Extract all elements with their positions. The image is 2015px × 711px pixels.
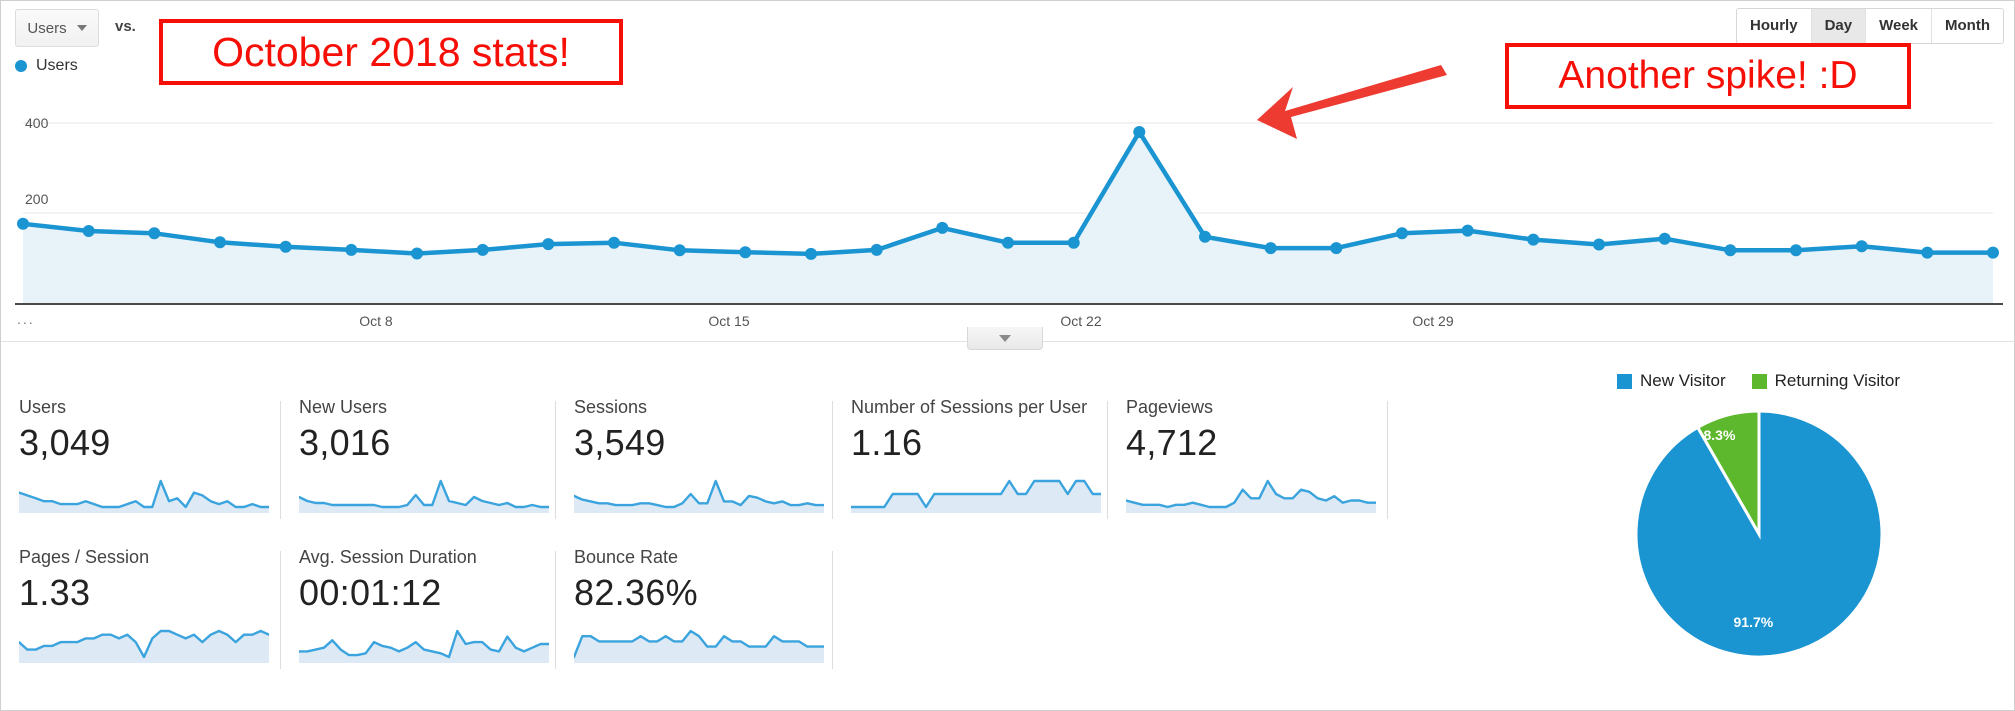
metric-card-pageviews[interactable]: Pageviews 4,712	[1108, 387, 1388, 537]
metric-card-sparkline	[851, 479, 1101, 513]
x-axis-tick-oct22: Oct 22	[1060, 313, 1102, 329]
metric-card-sparkline	[574, 629, 824, 663]
annotation-october-2018-stats: October 2018 stats!	[159, 19, 623, 85]
metric-card-value: 3,549	[574, 422, 666, 463]
metric-card-value: 3,016	[299, 422, 391, 463]
pie-slice-label-returning-visitor: 8.3%	[1703, 427, 1736, 443]
metric-card-sparkline	[574, 479, 824, 513]
metric-card-title: Number of Sessions per User	[851, 397, 1088, 417]
metric-card-value: 3,049	[19, 422, 111, 463]
pie-legend-item-returning-visitor[interactable]: Returning Visitor	[1751, 371, 1900, 391]
vs-label: vs.	[115, 18, 136, 35]
series-color-dot-icon	[15, 60, 27, 72]
pie-slice-label-new-visitor: 91.7%	[1733, 614, 1774, 630]
metric-card-row-2: Pages / Session 1.33 Avg. Session Durati…	[1, 537, 1481, 687]
metric-card-title: Pageviews	[1126, 397, 1214, 417]
divider	[1387, 401, 1388, 519]
divider	[832, 551, 833, 669]
series-legend-label: Users	[36, 57, 78, 74]
metric-select-label: Users	[27, 19, 67, 37]
x-axis-tick-oct29: Oct 29	[1412, 313, 1454, 329]
pie-legend-swatch-icon	[1751, 373, 1767, 389]
pie-legend-swatch-icon	[1616, 373, 1632, 389]
metric-card-row-1: Users 3,049 New Users 3,016 Sessions 3,5…	[1, 387, 1481, 537]
metric-card-value: 1.16	[851, 422, 923, 463]
metric-card-title: Pages / Session	[19, 547, 150, 567]
google-analytics-audience-overview: Users vs. Hourly Day Week Month Users 40…	[0, 0, 2015, 711]
metric-cards: Users 3,049 New Users 3,016 Sessions 3,5…	[1, 387, 1481, 687]
pie-legend-label: New Visitor	[1639, 371, 1726, 390]
metric-card-users[interactable]: Users 3,049	[1, 387, 281, 537]
series-legend: Users	[15, 57, 78, 75]
metric-card-value: 82.36%	[574, 572, 698, 613]
metric-card-pages-per-session[interactable]: Pages / Session 1.33	[1, 537, 281, 687]
granularity-day[interactable]: Day	[1811, 9, 1867, 43]
annotation-arrow-icon	[1257, 65, 1447, 139]
collapse-chart-toggle[interactable]	[967, 327, 1043, 350]
users-over-time-chart[interactable]: 400 200	[1, 87, 2014, 312]
pie-legend-item-new-visitor[interactable]: New Visitor	[1616, 371, 1726, 391]
metric-card-title: Sessions	[574, 397, 648, 417]
y-axis-tick-200: 200	[25, 191, 49, 207]
metric-card-sparkline	[19, 629, 269, 663]
annotation-another-spike: Another spike! :D	[1505, 43, 1911, 109]
metric-card-title: Avg. Session Duration	[299, 547, 477, 567]
metric-card-bounce-rate[interactable]: Bounce Rate 82.36%	[556, 537, 833, 687]
metric-card-sessions[interactable]: Sessions 3,549	[556, 387, 833, 537]
users-chart-svg	[17, 122, 1999, 303]
metric-card-value: 00:01:12	[299, 572, 442, 613]
pie-legend-label: Returning Visitor	[1774, 371, 1900, 390]
x-axis-tick-ellipsis: ...	[17, 311, 35, 327]
chevron-down-icon	[76, 25, 87, 31]
granularity-month[interactable]: Month	[1932, 9, 2003, 43]
x-axis-tick-oct15: Oct 15	[708, 313, 750, 329]
metric-card-title: New Users	[299, 397, 388, 417]
metric-card-value: 1.33	[19, 572, 91, 613]
x-axis-line	[15, 303, 2003, 305]
granularity-week[interactable]: Week	[1866, 9, 1933, 43]
metric-card-sparkline	[299, 629, 549, 663]
metric-card-sparkline	[19, 479, 269, 513]
metric-select-dropdown[interactable]: Users	[15, 9, 99, 47]
y-axis-tick-400: 400	[25, 115, 49, 131]
metric-card-title: Users	[19, 397, 67, 417]
metric-card-value: 4,712	[1126, 422, 1218, 463]
granularity-hourly[interactable]: Hourly	[1737, 9, 1812, 43]
x-axis-tick-oct8: Oct 8	[359, 313, 393, 329]
metric-card-sessions-per-user[interactable]: Number of Sessions per User 1.16	[833, 387, 1108, 537]
metric-card-avg-session-duration[interactable]: Avg. Session Duration 00:01:12	[281, 537, 556, 687]
granularity-button-group[interactable]: Hourly Day Week Month	[1736, 8, 2004, 44]
pie-legend: New Visitor Returning Visitor	[1501, 371, 2014, 391]
chevron-down-icon	[999, 334, 1011, 342]
metric-card-title: Bounce Rate	[574, 547, 679, 567]
metric-card-new-users[interactable]: New Users 3,016	[281, 387, 556, 537]
metric-card-sparkline	[299, 479, 549, 513]
new-vs-returning-pie-block: New Visitor Returning Visitor 91.7% 8.3%	[1501, 371, 2014, 701]
metric-card-sparkline	[1126, 479, 1376, 513]
